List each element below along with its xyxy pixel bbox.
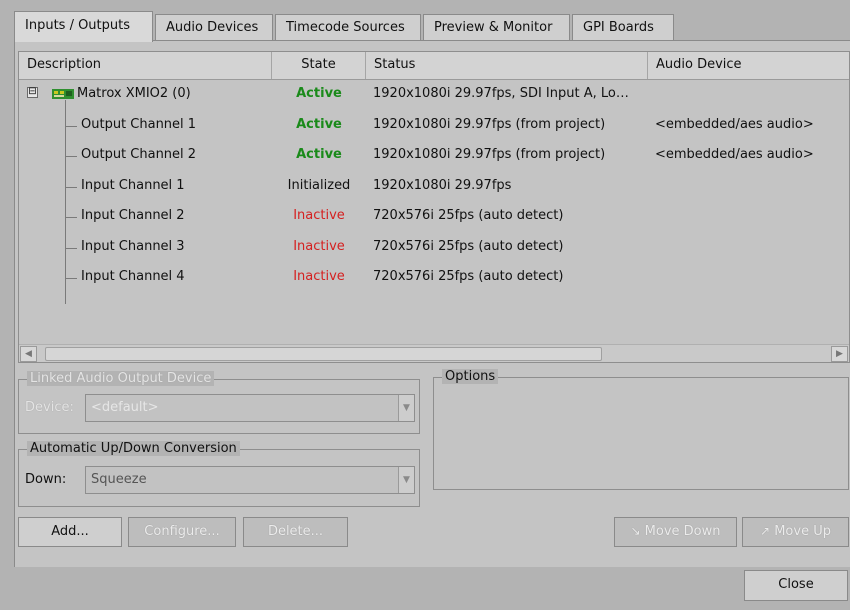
delete-button[interactable]: Delete... [243, 517, 348, 547]
row-status: 720x576i 25fps (auto detect) [373, 269, 564, 284]
move-down-label: Move Down [644, 524, 721, 539]
row-status: 720x576i 25fps (auto detect) [373, 208, 564, 223]
down-select[interactable]: Squeeze ▼ [85, 466, 415, 494]
tree-line [65, 156, 77, 157]
row-state: Active [296, 86, 342, 101]
move-down-icon: ↘ [630, 524, 641, 538]
table-header: Description State Status Audio Device [19, 52, 849, 80]
table-body: ⊟ Matrox XMIO2 (0) Active 1920x1080i 29.… [19, 80, 849, 294]
column-header-audio-device[interactable]: Audio Device [648, 52, 850, 79]
row-description: Output Channel 1 [81, 116, 197, 132]
row-state: Active [296, 147, 342, 162]
collapse-toggle-icon[interactable]: ⊟ [27, 87, 38, 98]
table-row[interactable]: Output Channel 1 Active 1920x1080i 29.97… [19, 111, 849, 142]
column-header-status[interactable]: Status [366, 52, 648, 79]
row-description: Input Channel 1 [81, 177, 185, 193]
row-state: Inactive [293, 269, 345, 284]
device-select[interactable]: <default> ▼ [85, 394, 415, 422]
table-row[interactable]: Input Channel 2 Inactive 720x576i 25fps … [19, 202, 849, 233]
tab-timecode-sources[interactable]: Timecode Sources [275, 14, 421, 41]
close-button[interactable]: Close [744, 570, 848, 601]
tree-line [65, 247, 77, 249]
row-description: Matrox XMIO2 (0) [77, 86, 191, 101]
tree-line [65, 217, 77, 218]
row-status: 1920x1080i 29.97fps (from project) [373, 116, 606, 132]
tree-line [65, 125, 77, 127]
row-description: Input Channel 3 [81, 238, 185, 254]
tab-inputs-outputs[interactable]: Inputs / Outputs [14, 11, 153, 42]
device-table[interactable]: Description State Status Audio Device ⊟ … [18, 51, 850, 363]
chevron-down-icon[interactable]: ▼ [398, 395, 414, 421]
linked-audio-group: Linked Audio Output Device Device: <defa… [18, 371, 420, 434]
table-row[interactable]: Input Channel 3 Inactive 720x576i 25fps … [19, 233, 849, 264]
row-description: Output Channel 2 [81, 147, 197, 162]
row-audio-device: <embedded/aes audio> [655, 116, 814, 132]
tree-line [65, 278, 77, 279]
chevron-down-icon[interactable]: ▼ [398, 467, 414, 493]
conversion-group-title: Automatic Up/Down Conversion [27, 441, 240, 456]
add-button[interactable]: Add... [18, 517, 122, 547]
row-description: Input Channel 4 [81, 269, 185, 284]
tab-gpi-boards[interactable]: GPI Boards [572, 14, 674, 41]
scroll-right-icon[interactable]: ▶ [831, 346, 848, 362]
conversion-group: Automatic Up/Down Conversion Down: Squee… [18, 441, 420, 507]
row-state: Initialized [287, 177, 351, 193]
table-row-matrox-xmio2[interactable]: ⊟ Matrox XMIO2 (0) Active 1920x1080i 29.… [19, 80, 849, 111]
table-row[interactable]: Input Channel 1 Initialized 1920x1080i 2… [19, 172, 849, 203]
scrollbar-thumb[interactable] [45, 347, 602, 361]
move-up-button[interactable]: ↗ Move Up [742, 517, 849, 547]
row-description: Input Channel 2 [81, 208, 185, 223]
horizontal-scrollbar[interactable]: ◀ ▶ [19, 344, 849, 362]
row-status: 1920x1080i 29.97fps [373, 177, 512, 193]
move-up-icon: ↗ [760, 524, 771, 538]
scroll-left-icon[interactable]: ◀ [20, 346, 37, 362]
move-down-button[interactable]: ↘ Move Down [614, 517, 737, 547]
tab-audio-devices[interactable]: Audio Devices [155, 14, 273, 41]
linked-audio-group-title: Linked Audio Output Device [27, 371, 215, 386]
row-state: Active [296, 116, 342, 132]
column-header-description[interactable]: Description [19, 52, 272, 79]
table-row[interactable]: Output Channel 2 Active 1920x1080i 29.97… [19, 141, 849, 172]
row-status: 720x576i 25fps (auto detect) [373, 238, 564, 254]
row-state: Inactive [293, 238, 345, 254]
device-label: Device: [25, 400, 74, 415]
device-select-value: <default> [91, 400, 159, 415]
row-audio-device: <embedded/aes audio> [655, 147, 814, 162]
options-group: Options [433, 369, 849, 490]
row-status: 1920x1080i 29.97fps (from project) [373, 147, 606, 162]
tree-line [65, 186, 77, 188]
column-header-state[interactable]: State [272, 52, 366, 79]
tab-preview-monitor[interactable]: Preview & Monitor [423, 14, 570, 41]
row-state: Inactive [293, 208, 345, 223]
move-up-label: Move Up [774, 524, 831, 539]
configure-button[interactable]: Configure... [128, 517, 236, 547]
down-label: Down: [25, 472, 67, 487]
down-select-value: Squeeze [91, 472, 147, 487]
device-board-icon [52, 88, 76, 104]
table-row[interactable]: Input Channel 4 Inactive 720x576i 25fps … [19, 263, 849, 294]
options-group-title: Options [442, 369, 499, 384]
row-status: 1920x1080i 29.97fps, SDI Input A, Lo… [373, 86, 629, 101]
